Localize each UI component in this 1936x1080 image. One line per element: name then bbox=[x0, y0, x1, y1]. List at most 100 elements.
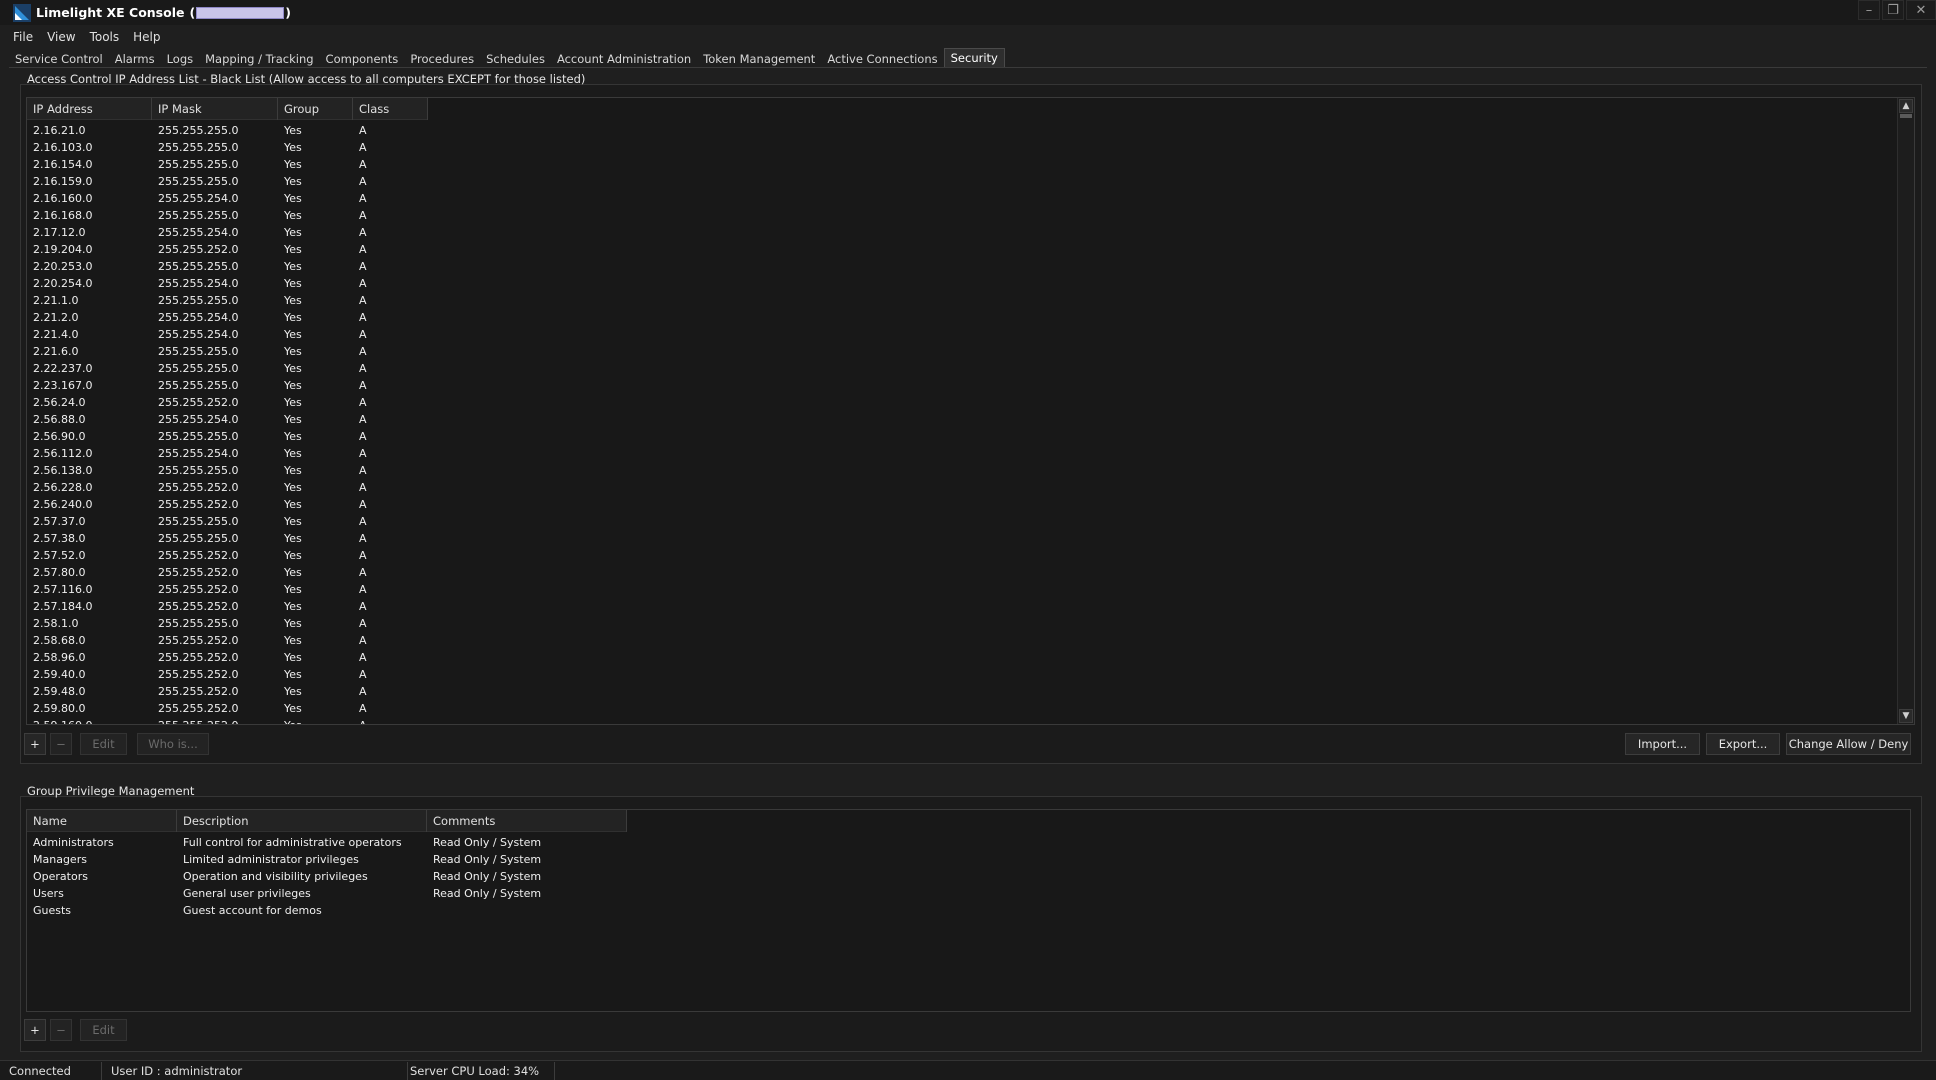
ip-table-row[interactable]: 2.22.237.0 255.255.255.0 Yes A bbox=[27, 360, 1897, 377]
menu-tools[interactable]: Tools bbox=[90, 30, 120, 44]
ip-table-row[interactable]: 2.56.228.0 255.255.252.0 Yes A bbox=[27, 479, 1897, 496]
access-control-title: Access Control IP Address List - Black L… bbox=[27, 72, 586, 86]
group-table-row[interactable]: Managers Limited administrator privileges… bbox=[27, 851, 1910, 868]
group-table-row[interactable]: Operators Operation and visibility privil… bbox=[27, 868, 1910, 885]
tab-account-administration[interactable]: Account Administration bbox=[551, 50, 697, 68]
tab-components[interactable]: Components bbox=[320, 50, 405, 68]
ip-table-row[interactable]: 2.20.253.0 255.255.255.0 Yes A bbox=[27, 258, 1897, 275]
close-button[interactable]: ✕ bbox=[1906, 0, 1936, 20]
tab-logs[interactable]: Logs bbox=[161, 50, 200, 68]
tab-divider bbox=[9, 67, 1927, 68]
app-window: Limelight XE Console ( ) – ❐ ✕ File View… bbox=[0, 0, 1936, 1080]
column-header-ip-address[interactable]: IP Address bbox=[27, 98, 152, 120]
ip-table-row[interactable]: 2.23.167.0 255.255.255.0 Yes A bbox=[27, 377, 1897, 394]
table-cell: 255.255.255.0 bbox=[158, 430, 239, 443]
ip-table-row[interactable]: 2.21.2.0 255.255.254.0 Yes A bbox=[27, 309, 1897, 326]
scroll-thumb[interactable] bbox=[1900, 114, 1912, 118]
ip-table-row[interactable]: 2.57.52.0 255.255.252.0 Yes A bbox=[27, 547, 1897, 564]
tab-active-connections[interactable]: Active Connections bbox=[821, 50, 943, 68]
import-button[interactable]: Import... bbox=[1625, 733, 1700, 755]
restore-button[interactable]: ❐ bbox=[1882, 0, 1904, 20]
ip-table-row[interactable]: 2.56.90.0 255.255.255.0 Yes A bbox=[27, 428, 1897, 445]
scroll-up-arrow-icon[interactable]: ▲ bbox=[1899, 99, 1913, 113]
menu-bar: File View Tools Help bbox=[0, 26, 175, 48]
ip-table-row[interactable]: 2.56.24.0 255.255.252.0 Yes A bbox=[27, 394, 1897, 411]
tab-mapping-tracking[interactable]: Mapping / Tracking bbox=[199, 50, 319, 68]
ip-table-row[interactable]: 2.16.103.0 255.255.255.0 Yes A bbox=[27, 139, 1897, 156]
column-header-description[interactable]: Description bbox=[177, 810, 427, 832]
table-cell: 2.21.2.0 bbox=[33, 311, 79, 324]
add-group-button[interactable]: + bbox=[24, 1019, 46, 1041]
table-cell: Yes bbox=[284, 243, 302, 256]
table-cell: Yes bbox=[284, 294, 302, 307]
tab-procedures[interactable]: Procedures bbox=[404, 50, 480, 68]
group-table-row[interactable]: Administrators Full control for administr… bbox=[27, 834, 1910, 851]
table-cell: 2.21.1.0 bbox=[33, 294, 79, 307]
user-id-status: User ID : administrator bbox=[102, 1061, 408, 1080]
menu-help[interactable]: Help bbox=[133, 30, 160, 44]
table-cell: A bbox=[359, 328, 367, 341]
table-cell: Yes bbox=[284, 328, 302, 341]
remove-ip-button[interactable]: − bbox=[50, 733, 72, 755]
column-header-class[interactable]: Class bbox=[353, 98, 428, 120]
column-header-comments[interactable]: Comments bbox=[427, 810, 627, 832]
table-cell: 2.57.37.0 bbox=[33, 515, 86, 528]
group-table-row[interactable]: Users General user privileges Read Only / … bbox=[27, 885, 1910, 902]
ip-table-row[interactable]: 2.57.80.0 255.255.252.0 Yes A bbox=[27, 564, 1897, 581]
edit-ip-button[interactable]: Edit bbox=[80, 733, 127, 755]
ip-table-row[interactable]: 2.58.96.0 255.255.252.0 Yes A bbox=[27, 649, 1897, 666]
ip-table-row[interactable]: 2.56.88.0 255.255.254.0 Yes A bbox=[27, 411, 1897, 428]
menu-file[interactable]: File bbox=[13, 30, 33, 44]
scroll-down-arrow-icon[interactable]: ▼ bbox=[1899, 709, 1913, 723]
column-header-group[interactable]: Group bbox=[278, 98, 353, 120]
add-ip-button[interactable]: + bbox=[24, 733, 46, 755]
table-cell: Yes bbox=[284, 396, 302, 409]
ip-table-row[interactable]: 2.59.48.0 255.255.252.0 Yes A bbox=[27, 683, 1897, 700]
ip-table-row[interactable]: 2.58.68.0 255.255.252.0 Yes A bbox=[27, 632, 1897, 649]
tab-schedules[interactable]: Schedules bbox=[480, 50, 551, 68]
ip-table-row[interactable]: 2.16.21.0 255.255.255.0 Yes A bbox=[27, 122, 1897, 139]
column-header-ip-mask[interactable]: IP Mask bbox=[152, 98, 278, 120]
ip-table-row[interactable]: 2.16.168.0 255.255.255.0 Yes A bbox=[27, 207, 1897, 224]
table-cell: 255.255.254.0 bbox=[158, 277, 239, 290]
group-table-row[interactable]: Guests Guest account for demos bbox=[27, 902, 1910, 919]
table-cell: Read Only / System bbox=[433, 887, 542, 900]
ip-table-scrollbar[interactable]: ▲ ▼ bbox=[1897, 98, 1914, 724]
ip-table-row[interactable]: 2.16.160.0 255.255.254.0 Yes A bbox=[27, 190, 1897, 207]
ip-table-row[interactable]: 2.59.80.0 255.255.252.0 Yes A bbox=[27, 700, 1897, 717]
ip-table-row[interactable]: 2.16.154.0 255.255.255.0 Yes A bbox=[27, 156, 1897, 173]
tab-token-management[interactable]: Token Management bbox=[697, 50, 821, 68]
ip-table-row[interactable]: 2.21.6.0 255.255.255.0 Yes A bbox=[27, 343, 1897, 360]
ip-table-row[interactable]: 2.56.112.0 255.255.254.0 Yes A bbox=[27, 445, 1897, 462]
ip-table-row[interactable]: 2.59.40.0 255.255.252.0 Yes A bbox=[27, 666, 1897, 683]
ip-table-row[interactable]: 2.21.1.0 255.255.255.0 Yes A bbox=[27, 292, 1897, 309]
export-button[interactable]: Export... bbox=[1706, 733, 1780, 755]
ip-table-row[interactable]: 2.56.240.0 255.255.252.0 Yes A bbox=[27, 496, 1897, 513]
tab-service-control[interactable]: Service Control bbox=[9, 50, 109, 68]
column-header-name[interactable]: Name bbox=[27, 810, 177, 832]
ip-table-row[interactable]: 2.58.1.0 255.255.255.0 Yes A bbox=[27, 615, 1897, 632]
table-cell: 255.255.252.0 bbox=[158, 634, 239, 647]
ip-table-row[interactable]: 2.57.184.0 255.255.252.0 Yes A bbox=[27, 598, 1897, 615]
tab-alarms[interactable]: Alarms bbox=[109, 50, 161, 68]
ip-table-row[interactable]: 2.17.12.0 255.255.254.0 Yes A bbox=[27, 224, 1897, 241]
ip-table-row[interactable]: 2.20.254.0 255.255.254.0 Yes A bbox=[27, 275, 1897, 292]
whois-button[interactable]: Who is... bbox=[137, 733, 209, 755]
table-cell: A bbox=[359, 532, 367, 545]
ip-table-row[interactable]: 2.57.38.0 255.255.255.0 Yes A bbox=[27, 530, 1897, 547]
menu-view[interactable]: View bbox=[47, 30, 75, 44]
status-empty bbox=[555, 1062, 705, 1080]
change-allow-deny-button[interactable]: Change Allow / Deny bbox=[1786, 733, 1911, 755]
remove-group-button[interactable]: − bbox=[50, 1019, 72, 1041]
ip-table-row[interactable]: 2.57.37.0 255.255.255.0 Yes A bbox=[27, 513, 1897, 530]
ip-table-row[interactable]: 2.59.160.0255.255.252.0YesA bbox=[27, 717, 1897, 724]
tab-security[interactable]: Security bbox=[943, 48, 1005, 68]
ip-table-row[interactable]: 2.56.138.0 255.255.255.0 Yes A bbox=[27, 462, 1897, 479]
minimize-button[interactable]: – bbox=[1858, 0, 1880, 20]
ip-table-row[interactable]: 2.19.204.0 255.255.252.0 Yes A bbox=[27, 241, 1897, 258]
edit-group-button[interactable]: Edit bbox=[80, 1019, 127, 1041]
ip-table-row[interactable]: 2.16.159.0 255.255.255.0 Yes A bbox=[27, 173, 1897, 190]
ip-table-row[interactable]: 2.21.4.0 255.255.254.0 Yes A bbox=[27, 326, 1897, 343]
ip-table-row[interactable]: 2.57.116.0 255.255.252.0 Yes A bbox=[27, 581, 1897, 598]
table-cell: A bbox=[359, 175, 367, 188]
